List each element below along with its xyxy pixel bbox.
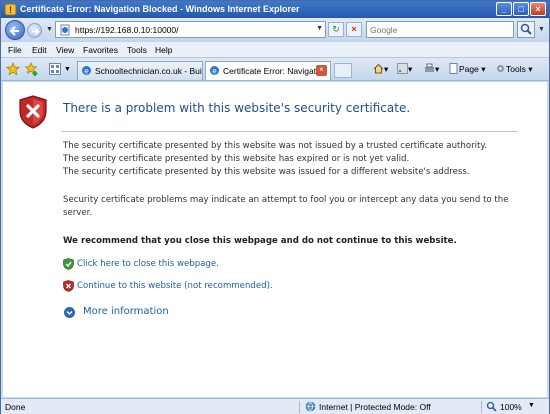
close-tab-icon[interactable]: × [316,65,327,76]
status-bar: Done Internet | Protected Mode: Off 100%… [1,398,549,414]
menu-bar: File Edit View Favorites Tools Help [1,42,549,58]
print-button[interactable]: ▾ [424,63,439,75]
title-bar[interactable]: ! Certificate Error: Navigation Blocked … [1,1,549,18]
tab-row: ▼ e Schooltechnician.co.uk - Buil... e C… [1,58,549,81]
back-button[interactable] [5,20,25,40]
tools-menu-label: Tools [506,64,526,74]
ie-page-icon: e [82,66,91,76]
add-favorites-icon[interactable] [25,62,39,76]
expand-chevron-icon[interactable] [64,307,75,318]
warning-text: Security certificate problems may indica… [63,195,509,205]
forward-arrow-icon [32,27,40,36]
reason-text: The security certificate presented by th… [63,167,470,177]
menu-tools[interactable]: Tools [127,45,147,55]
close-window-button[interactable]: × [530,2,546,16]
status-separator [481,401,482,413]
search-icon [520,23,532,35]
zoom-icon[interactable] [486,401,497,412]
window-title: Certificate Error: Navigation Blocked - … [20,4,300,14]
warning-text: server. [63,208,93,218]
ie-page-icon: e [210,66,219,76]
certificate-error-icon: ! [4,3,17,16]
feeds-button[interactable]: ▾ [397,63,412,75]
address-dropdown-icon[interactable]: ▼ [316,25,323,32]
recent-pages-dropdown[interactable]: ▼ [46,26,53,33]
tab-label: Certificate Error: Navigat... [223,66,324,76]
recommendation-text: We recommend that you close this webpage… [63,236,457,246]
divider [61,131,518,132]
search-options-dropdown[interactable]: ▼ [538,26,545,33]
search-input[interactable] [370,23,510,37]
menu-file[interactable]: File [8,45,22,55]
page-menu-label: Page [459,64,479,74]
page-icon [60,24,70,36]
gear-icon [497,65,504,72]
menu-favorites[interactable]: Favorites [83,45,118,55]
more-information-link[interactable]: More information [83,306,169,317]
printer-icon [425,63,434,72]
tab-certificate-error[interactable]: e Certificate Error: Navigat... × [205,61,331,80]
page-icon [449,63,458,74]
reason-text: The security certificate presented by th… [63,141,487,151]
status-text: Done [5,402,26,412]
search-button[interactable] [517,21,535,38]
close-webpage-link[interactable]: Click here to close this webpage. [77,259,219,269]
new-tab-button[interactable] [334,63,352,78]
url-text: https://192.168.0.10:10000/ [75,25,179,35]
svg-text:e: e [212,67,217,76]
zoom-level[interactable]: 100% [500,402,522,412]
minimize-button[interactable]: _ [496,2,512,16]
rss-feed-icon [397,63,408,74]
menu-view[interactable]: View [56,45,74,55]
forward-button[interactable] [27,23,42,38]
tab-list-dropdown[interactable]: ▼ [64,66,71,73]
green-shield-check-icon [63,258,74,270]
stop-button[interactable]: × [346,22,362,37]
reason-text: The security certificate presented by th… [63,154,410,164]
tools-menu-button[interactable]: Tools ▾ [495,63,532,75]
page-menu-button[interactable]: Page ▾ [448,63,486,75]
back-arrow-icon [9,26,19,36]
continue-to-website-link[interactable]: Continue to this website (not recommende… [77,281,273,291]
address-field[interactable]: https://192.168.0.10:10000/ ▼ [55,21,326,38]
content-area: There is a problem with this website's s… [3,82,547,397]
tab-label: Schooltechnician.co.uk - Buil... [95,66,203,76]
menu-help[interactable]: Help [155,45,172,55]
favorites-star-icon[interactable] [6,62,20,76]
chevron-down-icon [66,310,73,316]
home-icon [373,63,384,74]
security-shield-icon [19,95,47,129]
security-zone-text[interactable]: Internet | Protected Mode: Off [319,402,431,412]
svg-text:e: e [84,67,89,76]
page-title: There is a problem with this website's s… [63,101,411,115]
grid-icon [51,65,59,73]
address-row: ▼ https://192.168.0.10:10000/ ▼ ↻ × ▼ [1,18,549,42]
status-separator [299,401,300,413]
menu-edit[interactable]: Edit [32,45,47,55]
ie-window: ! Certificate Error: Navigation Blocked … [0,0,550,414]
tab-schooltechnician[interactable]: e Schooltechnician.co.uk - Buil... [77,61,203,80]
home-button[interactable]: ▾ [373,63,388,75]
svg-text:!: ! [9,5,12,15]
red-shield-x-icon [63,280,74,292]
maximize-button[interactable]: □ [513,2,529,16]
search-box[interactable] [366,21,514,38]
refresh-button[interactable]: ↻ [328,22,344,37]
globe-icon [305,401,316,412]
zoom-dropdown-icon[interactable]: ▼ [528,402,535,409]
quick-tabs-icon[interactable] [49,63,61,75]
